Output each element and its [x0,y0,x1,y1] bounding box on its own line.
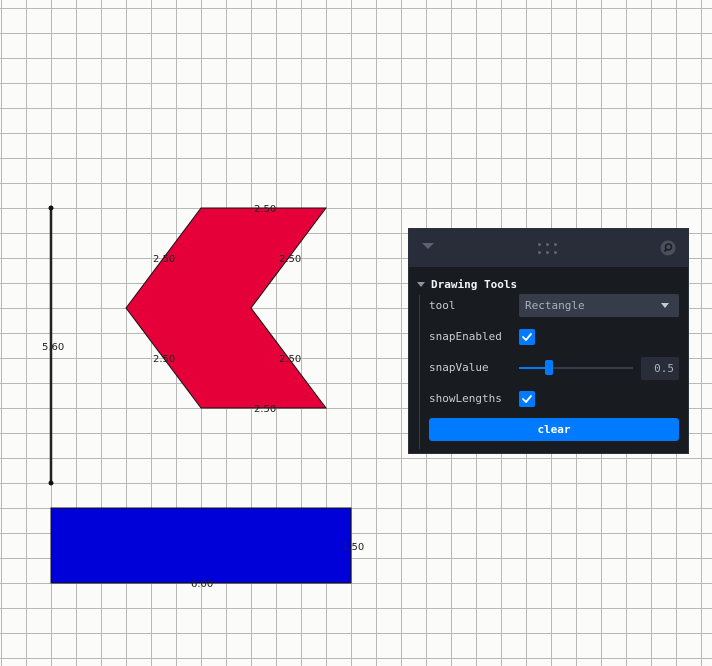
show-lengths-checkbox[interactable] [519,391,535,407]
snap-value-slider[interactable] [519,367,633,369]
drag-handle-icon[interactable] [538,243,560,255]
rect-width-label: 6.00 [191,579,213,590]
search-icon[interactable] [660,240,676,256]
edge-length-label: 2.50 [279,354,301,365]
chevron-down-icon [417,282,425,287]
edge-length-label: 2.50 [153,354,175,365]
line-endpoint-bottom[interactable] [48,480,54,486]
edge-length-label: 2.50 [153,254,175,265]
line-endpoint-top[interactable] [48,205,54,211]
check-icon [522,333,532,341]
show-lengths-label: showLengths [429,392,502,405]
snap-value-label: snapValue [429,361,489,374]
panel-titlebar[interactable] [409,229,688,267]
slider-thumb[interactable] [544,360,553,375]
snap-enabled-checkbox[interactable] [519,329,535,345]
drawing-tools-panel: Drawing Tools tool Rectangle snapEnabled… [408,228,689,454]
tool-label: tool [429,299,456,312]
clear-button[interactable]: clear [429,418,679,441]
folder-header[interactable]: Drawing Tools [417,278,517,291]
chevron-shape[interactable] [125,207,327,409]
collapse-icon[interactable] [422,243,434,249]
tool-select[interactable]: Rectangle [519,294,679,317]
folder-divider [419,295,420,449]
edge-length-label: 2.50 [279,254,301,265]
folder-title: Drawing Tools [431,278,518,291]
snap-enabled-label: snapEnabled [429,330,502,343]
rect-height-label: 1.50 [342,542,364,553]
check-icon [522,395,532,403]
chevron-down-icon [661,303,669,308]
edge-length-label: 2.50 [254,404,276,415]
snap-value-input[interactable]: 0.5 [641,357,679,380]
rectangle-shape[interactable] [50,507,352,584]
line-length-label: 5.60 [42,342,64,353]
edge-length-label: 2.50 [254,204,276,215]
tool-select-value: Rectangle [525,299,585,312]
